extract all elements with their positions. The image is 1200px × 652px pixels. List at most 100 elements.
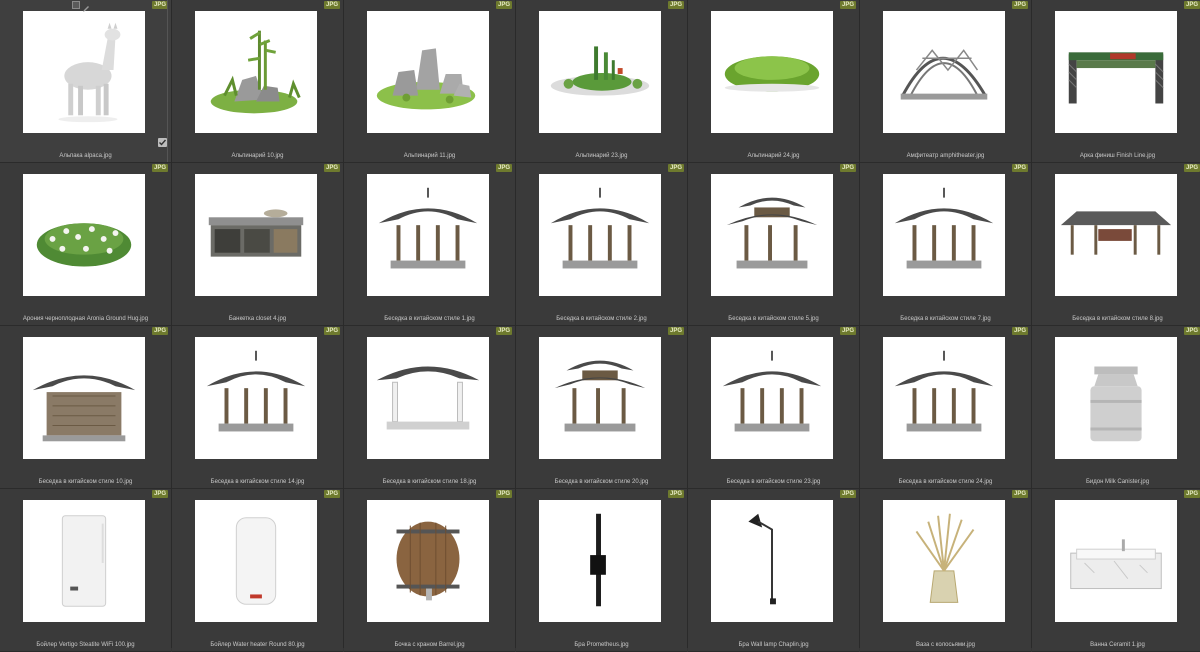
thumbnail-cell[interactable]: JPG Бра Wall lamp Chaplin.jpg — [688, 489, 859, 652]
thumbnail-image[interactable] — [1055, 337, 1177, 459]
pavilion-icon — [206, 350, 306, 432]
thumbnail-caption: Беседка в китайском стиле 10.jpg — [38, 479, 133, 485]
thumbnail-cell[interactable]: JPG Альпинарий 24.jpg — [688, 0, 859, 163]
thumbnail-caption: Арка финиш Finish Line.jpg — [1079, 153, 1156, 159]
thumbnail-image[interactable] — [1055, 500, 1177, 622]
barrel-icon — [396, 521, 460, 601]
finish-arch-icon — [1068, 52, 1164, 104]
file-type-badge: JPG — [1011, 164, 1028, 172]
thumbnail-image[interactable] — [367, 11, 489, 133]
label-toggle-icon[interactable] — [72, 1, 80, 9]
thumbnail-image[interactable] — [195, 337, 317, 459]
thumbnail-image[interactable] — [1055, 11, 1177, 133]
file-type-badge: JPG — [839, 490, 856, 498]
thumbnail-cell[interactable]: JPG Бра Prometheus.jpg — [516, 489, 687, 652]
thumbnail-image[interactable] — [1055, 174, 1177, 296]
alpaca-icon — [58, 22, 121, 123]
thumbnail-caption: Альпинарий 24.jpg — [747, 153, 800, 159]
thumbnail-image[interactable] — [539, 11, 661, 133]
rock-garden-bamboo-icon — [210, 30, 301, 114]
thumbnail-image[interactable] — [367, 174, 489, 296]
thumbnail-cell[interactable]: JPG Беседка в китайском стиле 5.jpg — [688, 163, 859, 326]
thumbnail-cell[interactable]: JPG Банкетка closet 4.jpg — [172, 163, 343, 326]
thumbnail-cell[interactable]: JPG Арка финиш Finish Line.jpg — [1032, 0, 1200, 163]
thumbnail-cell[interactable]: JPG Арония черноплодная Aronia Ground Hu… — [0, 163, 171, 326]
file-type-badge: JPG — [667, 490, 684, 498]
file-type-badge: JPG — [151, 1, 168, 9]
pavilion-icon — [550, 187, 650, 269]
thumbnail-cell[interactable]: JPG Беседка в китайском стиле 18.jpg — [344, 326, 515, 489]
thumbnail-image[interactable] — [23, 11, 145, 133]
thumbnail-cell[interactable]: JPG Беседка в китайском стиле 20.jpg — [516, 326, 687, 489]
thumbnail-caption: Альпака alpaca.jpg — [59, 153, 112, 159]
file-type-badge: JPG — [1183, 327, 1200, 335]
file-type-badge: JPG — [151, 327, 168, 335]
thumbnail-caption: Арония черноплодная Aronia Ground Hug.jp… — [22, 316, 149, 322]
file-type-badge: JPG — [495, 164, 512, 172]
file-type-badge: JPG — [1011, 327, 1028, 335]
thumbnail-image[interactable] — [883, 500, 1005, 622]
thumbnail-image[interactable] — [367, 337, 489, 459]
thumbnail-cell[interactable]: JPG Бойлер Water heater Round 80.jpg — [172, 489, 343, 652]
thumbnail-image[interactable] — [23, 174, 145, 296]
wall-lamp-bar-icon — [590, 513, 606, 607]
pavilion-long-icon — [1060, 211, 1172, 255]
thumbnail-image[interactable] — [539, 500, 661, 622]
thumbnail-cell[interactable]: JPG Альпинарий 10.jpg — [172, 0, 343, 163]
thumbnail-cell[interactable]: JPG Беседка в китайском стиле 8.jpg — [1032, 163, 1200, 326]
thumbnail-cell[interactable]: JPG Ваза с колосьями.jpg — [860, 489, 1031, 652]
thumbnail-image[interactable] — [883, 174, 1005, 296]
boiler-round-icon — [235, 517, 277, 605]
thumbnail-image[interactable] — [711, 174, 833, 296]
pavilion-icon — [378, 187, 478, 269]
grass-mound-icon — [724, 56, 820, 92]
milk-can-icon — [1090, 366, 1142, 442]
file-type-badge: JPG — [1011, 490, 1028, 498]
thumbnail-caption: Беседка в китайском стиле 2.jpg — [556, 316, 647, 322]
thumbnail-image[interactable] — [883, 337, 1005, 459]
thumbnail-image[interactable] — [195, 500, 317, 622]
file-type-badge: JPG — [667, 1, 684, 9]
thumbnail-cell[interactable]: JPG Бидон Milk Canister.jpg — [1032, 326, 1200, 489]
pavilion-icon — [722, 350, 822, 432]
thumbnail-cell[interactable]: JPG Альпака alpaca.jpg — [0, 0, 171, 163]
thumbnail-cell[interactable]: JPG Беседка в китайском стиле 10.jpg — [0, 326, 171, 489]
thumbnail-caption: Банкетка closet 4.jpg — [228, 316, 287, 322]
thumbnail-cell[interactable]: JPG Беседка в китайском стиле 14.jpg — [172, 326, 343, 489]
edit-pencil-icon[interactable] — [82, 0, 90, 12]
thumbnail-image[interactable] — [23, 337, 145, 459]
thumbnail-image[interactable] — [711, 11, 833, 133]
thumbnail-cell[interactable]: JPG Беседка в китайском стиле 2.jpg — [516, 163, 687, 326]
thumbnail-caption: Беседка в китайском стиле 20.jpg — [554, 479, 649, 485]
checkmark-icon[interactable] — [158, 138, 167, 147]
thumbnail-image[interactable] — [195, 11, 317, 133]
file-type-badge: JPG — [495, 1, 512, 9]
thumbnail-image[interactable] — [883, 11, 1005, 133]
thumbnail-image[interactable] — [539, 337, 661, 459]
file-type-badge: JPG — [1183, 490, 1200, 498]
thumbnail-image[interactable] — [195, 174, 317, 296]
thumbnail-cell[interactable]: JPG Беседка в китайском стиле 7.jpg — [860, 163, 1031, 326]
rock-garden-icon — [376, 48, 476, 110]
thumbnail-cell[interactable]: JPG Бочка с краном Barrel.jpg — [344, 489, 515, 652]
thumbnail-image[interactable] — [539, 174, 661, 296]
thumbnail-image[interactable] — [23, 500, 145, 622]
file-type-badge: JPG — [495, 490, 512, 498]
thumbnail-cell[interactable]: JPG Ванна Ceramit 1.jpg — [1032, 489, 1200, 652]
amphitheater-icon — [900, 49, 988, 100]
thumbnail-image[interactable] — [711, 500, 833, 622]
thumbnail-cell[interactable]: JPG Альпинарий 23.jpg — [516, 0, 687, 163]
thumbnail-image[interactable] — [711, 337, 833, 459]
thumbnail-cell[interactable]: JPG Альпинарий 11.jpg — [344, 0, 515, 163]
file-type-badge: JPG — [1183, 1, 1200, 9]
thumbnail-caption: Беседка в китайском стиле 24.jpg — [898, 479, 993, 485]
file-type-badge: JPG — [323, 1, 340, 9]
pavilion-closed-icon — [32, 375, 136, 442]
file-type-badge: JPG — [151, 164, 168, 172]
thumbnail-cell[interactable]: JPG Амфитеатр amphitheater.jpg — [860, 0, 1031, 163]
thumbnail-cell[interactable]: JPG Бойлер Vertigo Steatite WiFi 100.jpg — [0, 489, 171, 652]
thumbnail-cell[interactable]: JPG Беседка в китайском стиле 23.jpg — [688, 326, 859, 489]
thumbnail-cell[interactable]: JPG Беседка в китайском стиле 1.jpg — [344, 163, 515, 326]
thumbnail-image[interactable] — [367, 500, 489, 622]
thumbnail-cell[interactable]: JPG Беседка в китайском стиле 24.jpg — [860, 326, 1031, 489]
